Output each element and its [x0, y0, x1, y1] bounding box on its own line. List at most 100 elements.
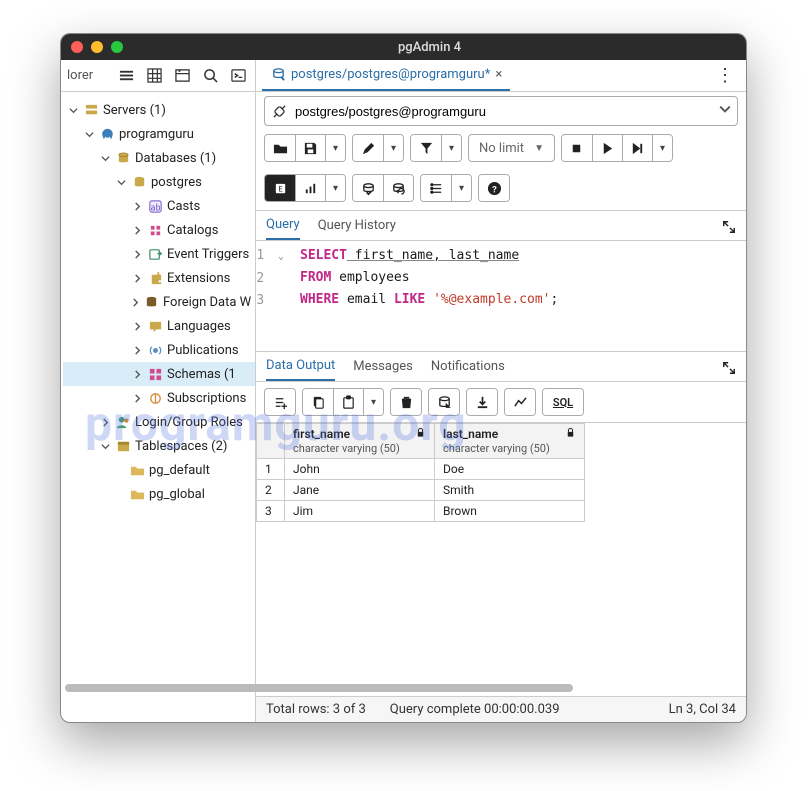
paste-button[interactable] [333, 389, 363, 415]
table-row[interactable]: 2JaneSmith [257, 480, 585, 501]
explain-button[interactable] [622, 135, 652, 161]
folder-icon [129, 486, 145, 502]
explain-dropdown[interactable]: ▾ [325, 175, 345, 201]
help-button[interactable]: ? [479, 175, 509, 201]
graph-visualizer-button[interactable] [505, 389, 535, 415]
download-button[interactable] [467, 389, 497, 415]
sidebar-title: lorer [67, 68, 93, 83]
chevron-right-icon[interactable] [131, 224, 143, 236]
connection-input[interactable] [295, 104, 711, 119]
tab-query[interactable]: Query [266, 217, 300, 240]
column-header[interactable]: last_name character varying (50) [435, 424, 585, 459]
properties-icon[interactable] [115, 65, 137, 87]
table-row[interactable]: 1JohnDoe [257, 459, 585, 480]
tree-event-triggers[interactable]: Event Triggers [63, 242, 255, 266]
query-tab[interactable]: postgres/postgres@programguru* × [262, 60, 510, 91]
chevron-down-icon[interactable] [719, 103, 731, 119]
data-grid-wrapper[interactable]: first_name character varying (50) last_n… [256, 423, 746, 696]
chevron-right-icon[interactable] [99, 416, 111, 428]
tree-databases[interactable]: Databases (1) [63, 146, 255, 170]
connection-selector[interactable] [264, 96, 738, 126]
edit-dropdown[interactable]: ▾ [383, 135, 403, 161]
tree-server[interactable]: programguru [63, 122, 255, 146]
kebab-menu-icon[interactable]: ⋮ [710, 65, 740, 86]
filter-dropdown[interactable]: ▾ [441, 135, 461, 161]
tree-languages[interactable]: Languages [63, 314, 255, 338]
open-file-button[interactable] [265, 135, 295, 161]
chevron-right-icon[interactable] [131, 248, 143, 260]
explain-options-button[interactable] [295, 175, 325, 201]
chevron-down-icon[interactable] [115, 176, 127, 188]
object-tree[interactable]: Servers (1) programguru Databases (1) po… [61, 92, 255, 722]
chevron-down-icon[interactable] [99, 152, 111, 164]
tab-query-history[interactable]: Query History [318, 218, 396, 239]
psql-icon[interactable] [227, 65, 249, 87]
chevron-right-icon[interactable] [131, 296, 140, 308]
tree-ts-pgglobal[interactable]: pg_global [63, 482, 255, 506]
tree-extensions[interactable]: Extensions [63, 266, 255, 290]
save-dropdown[interactable]: ▾ [325, 135, 345, 161]
chevron-right-icon[interactable] [131, 320, 143, 332]
editor-code[interactable]: SELECT first_name, last_name FROM employ… [290, 245, 746, 347]
tab-data-output[interactable]: Data Output [266, 358, 335, 381]
maximize-editor-icon[interactable] [722, 220, 736, 238]
chevron-right-icon[interactable] [131, 392, 143, 404]
tree-login-roles[interactable]: Login/Group Roles [63, 410, 255, 434]
macros-button[interactable] [421, 175, 451, 201]
editor-gutter: 1 ⌄ 2 3 [256, 245, 290, 347]
sql-button[interactable]: SQL [543, 389, 583, 415]
tree-publications[interactable]: Publications [63, 338, 255, 362]
sidebar-hscrollbar[interactable] [65, 684, 256, 694]
grid-icon[interactable] [143, 65, 165, 87]
tree-servers[interactable]: Servers (1) [63, 98, 255, 122]
chevron-right-icon[interactable] [131, 272, 143, 284]
commit-button[interactable] [353, 175, 383, 201]
output-tabs: Data Output Messages Notifications [256, 351, 746, 382]
connection-bar [256, 92, 746, 130]
execute-dropdown[interactable]: ▾ [652, 135, 672, 161]
chevron-down-icon[interactable] [67, 104, 79, 116]
chevron-down-icon[interactable] [83, 128, 95, 140]
copy-button[interactable] [303, 389, 333, 415]
tree-subscriptions[interactable]: Subscriptions [63, 386, 255, 410]
delete-row-button[interactable] [391, 389, 421, 415]
explain-analyze-button[interactable]: E [265, 175, 295, 201]
column-header[interactable]: first_name character varying (50) [285, 424, 435, 459]
refresh-icon[interactable] [171, 65, 193, 87]
sql-editor[interactable]: 1 ⌄ 2 3 SELECT first_name, last_name FRO… [256, 241, 746, 351]
tree-schemas[interactable]: Schemas (1 [63, 362, 255, 386]
save-button[interactable] [295, 135, 325, 161]
close-window-button[interactable] [71, 41, 83, 53]
save-data-button[interactable] [429, 389, 459, 415]
filter-button[interactable] [411, 135, 441, 161]
rollback-button[interactable] [383, 175, 413, 201]
limit-selector[interactable]: No limit ▼ [468, 134, 555, 162]
minimize-window-button[interactable] [91, 41, 103, 53]
tab-notifications[interactable]: Notifications [431, 359, 505, 380]
zoom-window-button[interactable] [111, 41, 123, 53]
close-tab-icon[interactable]: × [495, 67, 502, 82]
chevron-right-icon[interactable] [131, 368, 143, 380]
chevron-right-icon[interactable] [131, 344, 143, 356]
query-tool-icon [270, 67, 286, 83]
tab-messages[interactable]: Messages [353, 359, 413, 380]
chevron-down-icon[interactable] [99, 440, 111, 452]
stop-button[interactable] [562, 135, 592, 161]
execute-button[interactable] [592, 135, 622, 161]
paste-dropdown[interactable]: ▾ [363, 389, 383, 415]
tree-tablespaces[interactable]: Tablespaces (2) [63, 434, 255, 458]
tree-catalogs[interactable]: Catalogs [63, 218, 255, 242]
maximize-output-icon[interactable] [722, 361, 736, 379]
tree-database[interactable]: postgres [63, 170, 255, 194]
table-row[interactable]: 3JimBrown [257, 501, 585, 522]
tree-foreign-data[interactable]: Foreign Data W [63, 290, 255, 314]
tree-ts-pgdefault[interactable]: pg_default [63, 458, 255, 482]
tree-label: Schemas (1 [167, 367, 236, 382]
chevron-right-icon[interactable] [131, 200, 143, 212]
search-icon[interactable] [199, 65, 221, 87]
edit-button[interactable] [353, 135, 383, 161]
macros-dropdown[interactable]: ▾ [451, 175, 471, 201]
query-sub-tabs: Query Query History [256, 211, 746, 241]
add-row-button[interactable] [265, 389, 295, 415]
tree-casts[interactable]: ab Casts [63, 194, 255, 218]
